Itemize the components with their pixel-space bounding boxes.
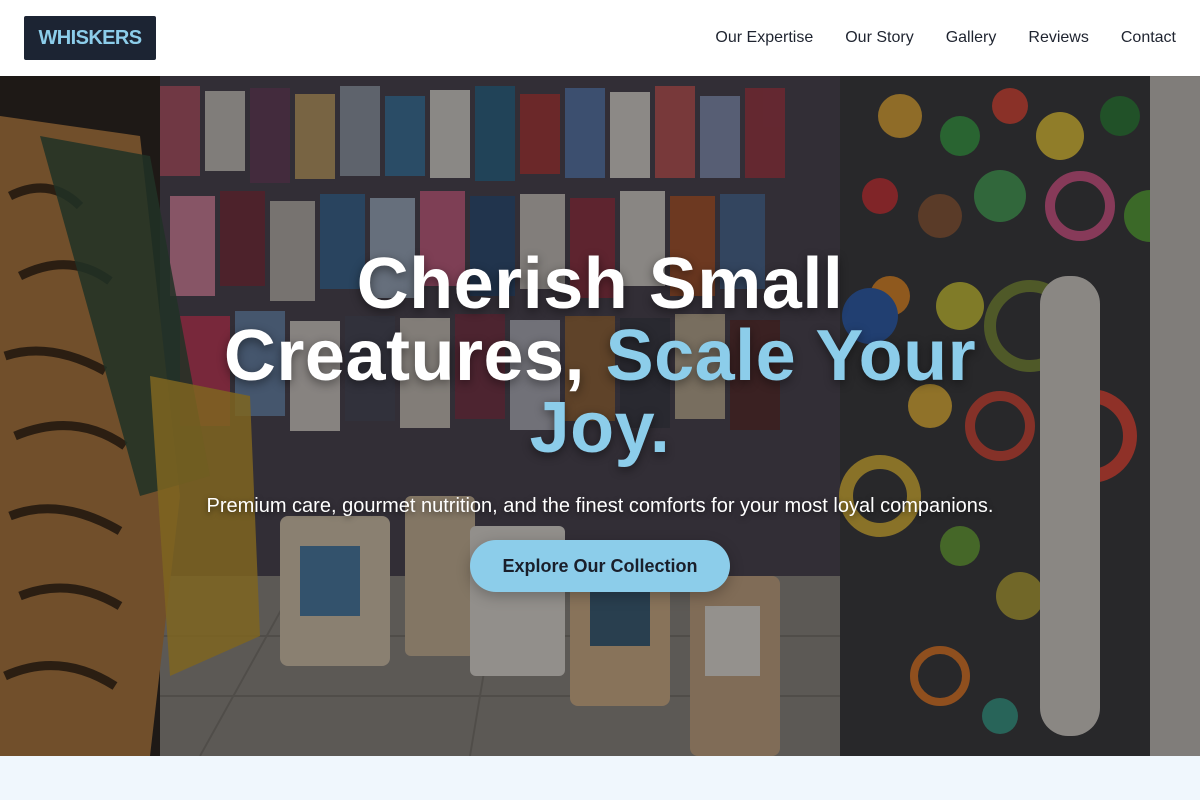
nav-link-reviews[interactable]: Reviews [1028, 29, 1088, 47]
next-section-top [0, 756, 1200, 800]
hero-heading-line-2: Creatures, [223, 316, 606, 396]
nav-link-our-expertise[interactable]: Our Expertise [715, 29, 813, 47]
hero-heading-accent: Scale Your [605, 316, 977, 396]
nav-link-gallery[interactable]: Gallery [946, 29, 997, 47]
nav-link-contact[interactable]: Contact [1121, 29, 1176, 47]
site-header: WHISKERS Our Expertise Our Story Gallery… [0, 0, 1200, 76]
hero-content: Cherish Small Creatures, Scale Your Joy.… [0, 76, 1200, 756]
hero-heading: Cherish Small Creatures, Scale Your Joy. [200, 248, 1000, 464]
hero-heading-line-3: Joy. [529, 388, 671, 468]
hero-subtitle: Premium care, gourmet nutrition, and the… [206, 495, 994, 517]
brand-logo[interactable]: WHISKERS [24, 16, 156, 60]
nav-link-our-story[interactable]: Our Story [845, 29, 913, 47]
main-nav: Our Expertise Our Story Gallery Reviews … [683, 29, 1176, 47]
explore-collection-button[interactable]: Explore Our Collection [470, 540, 730, 592]
hero-section: Cherish Small Creatures, Scale Your Joy.… [0, 76, 1200, 756]
hero-heading-line-1: Cherish Small [356, 244, 844, 324]
